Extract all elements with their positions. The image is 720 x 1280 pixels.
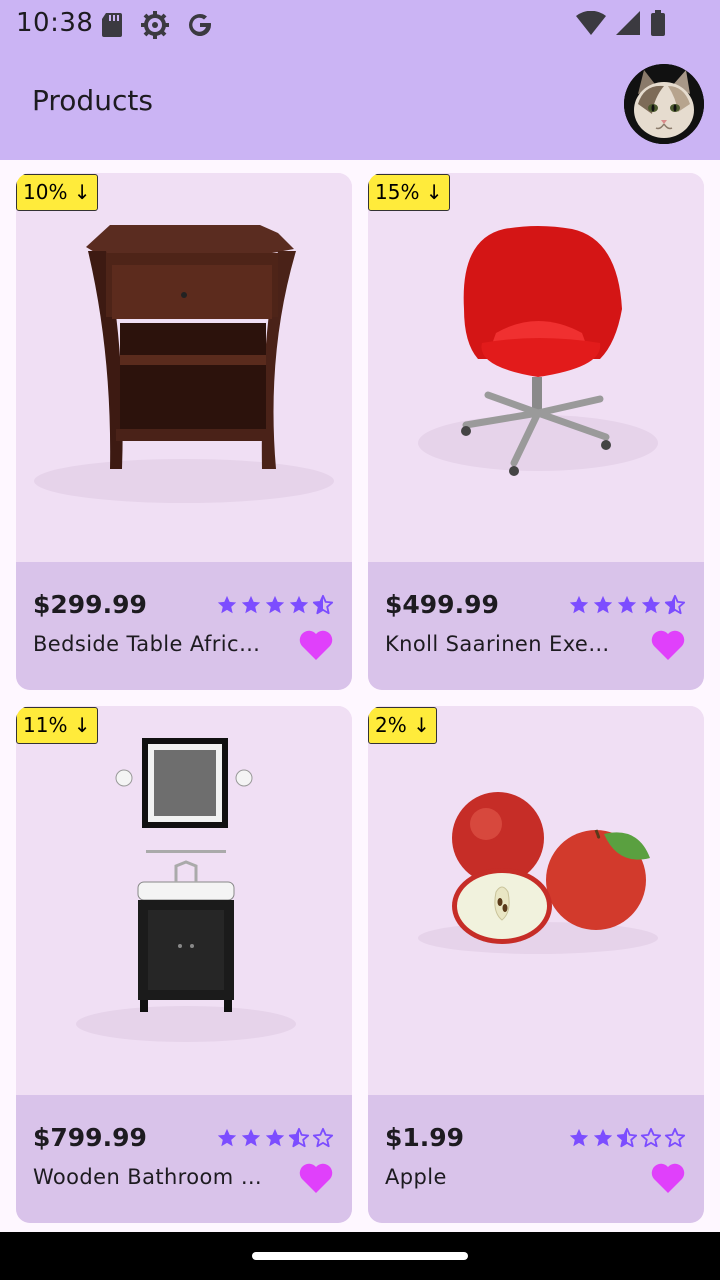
product-image[interactable] (368, 706, 704, 1095)
sd-card-icon (102, 13, 122, 37)
google-icon (189, 13, 211, 36)
star-half-icon (288, 1127, 310, 1148)
star-full-icon (569, 595, 589, 614)
product-footer: $499.99 Knoll Saarinen Executive Confere… (368, 562, 704, 690)
star-full-icon (265, 1128, 285, 1147)
star-full-icon (593, 595, 613, 614)
star-full-icon (217, 1128, 237, 1147)
product-name: Wooden Bathroom Sink With Mirror (33, 1165, 263, 1189)
product-card[interactable]: 2% ↓ $1.99 Apple (368, 706, 704, 1223)
discount-badge: 2% ↓ (368, 707, 437, 744)
status-left-icons (100, 10, 214, 40)
product-name: Bedside Table African Cherry (33, 632, 263, 656)
product-name: Knoll Saarinen Executive Conference Chai… (385, 632, 615, 656)
rating-stars (568, 1127, 686, 1149)
status-time: 10:38 (16, 8, 94, 38)
star-half-icon (664, 594, 686, 615)
star-full-icon (241, 595, 261, 614)
product-card[interactable]: 11% ↓ $799.99 Wooden Bathroom Si (16, 706, 352, 1223)
star-full-icon (241, 1128, 261, 1147)
bathroom-sink-image (76, 738, 296, 1042)
product-card[interactable]: 15% ↓ $499.99 Knoll Saarinen Execu (368, 173, 704, 690)
product-name: Apple (385, 1165, 447, 1189)
star-full-icon (617, 595, 637, 614)
bedside-table-image (34, 225, 334, 503)
system-nav-bar (0, 1232, 720, 1280)
discount-badge: 11% ↓ (16, 707, 98, 744)
discount-badge: 10% ↓ (16, 174, 98, 211)
home-gesture-handle[interactable] (252, 1252, 468, 1260)
product-price: $1.99 (385, 1123, 465, 1152)
wifi-icon (576, 11, 606, 35)
product-image[interactable] (368, 173, 704, 562)
apples-image (418, 792, 658, 954)
product-price: $499.99 (385, 590, 499, 619)
signal-icon (616, 11, 640, 35)
star-half-icon (312, 594, 334, 615)
star-full-icon (569, 1128, 589, 1147)
page-title: Products (32, 84, 153, 117)
battery-icon (651, 10, 665, 36)
favorite-heart-icon[interactable] (298, 628, 334, 662)
product-footer: $1.99 Apple (368, 1095, 704, 1223)
star-full-icon (265, 595, 285, 614)
product-footer: $299.99 Bedside Table African Cherry (16, 562, 352, 690)
favorite-heart-icon[interactable] (650, 1161, 686, 1195)
red-chair-image (418, 226, 658, 476)
star-empty-icon (640, 1127, 662, 1148)
product-footer: $799.99 Wooden Bathroom Sink With Mirror (16, 1095, 352, 1223)
star-empty-icon (664, 1127, 686, 1148)
star-empty-icon (312, 1127, 334, 1148)
rating-stars (216, 594, 334, 616)
product-image[interactable] (16, 706, 352, 1095)
avatar[interactable] (624, 64, 704, 144)
rating-stars (568, 594, 686, 616)
product-card[interactable]: 10% ↓ $299.99 Bedside Table African Cher… (16, 173, 352, 690)
status-bar: 10:38 (0, 0, 720, 52)
product-price: $299.99 (33, 590, 147, 619)
star-full-icon (593, 1128, 613, 1147)
product-image[interactable] (16, 173, 352, 562)
favorite-heart-icon[interactable] (298, 1161, 334, 1195)
app-bar: Products (0, 52, 720, 160)
status-right-icons (576, 10, 666, 36)
favorite-heart-icon[interactable] (650, 628, 686, 662)
settings-icon (141, 11, 169, 39)
star-full-icon (217, 595, 237, 614)
cat-avatar-image (624, 64, 704, 144)
rating-stars (216, 1127, 334, 1149)
star-half-icon (616, 1127, 638, 1148)
star-full-icon (641, 595, 661, 614)
product-grid: 10% ↓ $299.99 Bedside Table African Cher… (16, 173, 704, 1223)
star-full-icon (289, 595, 309, 614)
discount-badge: 15% ↓ (368, 174, 450, 211)
product-price: $799.99 (33, 1123, 147, 1152)
